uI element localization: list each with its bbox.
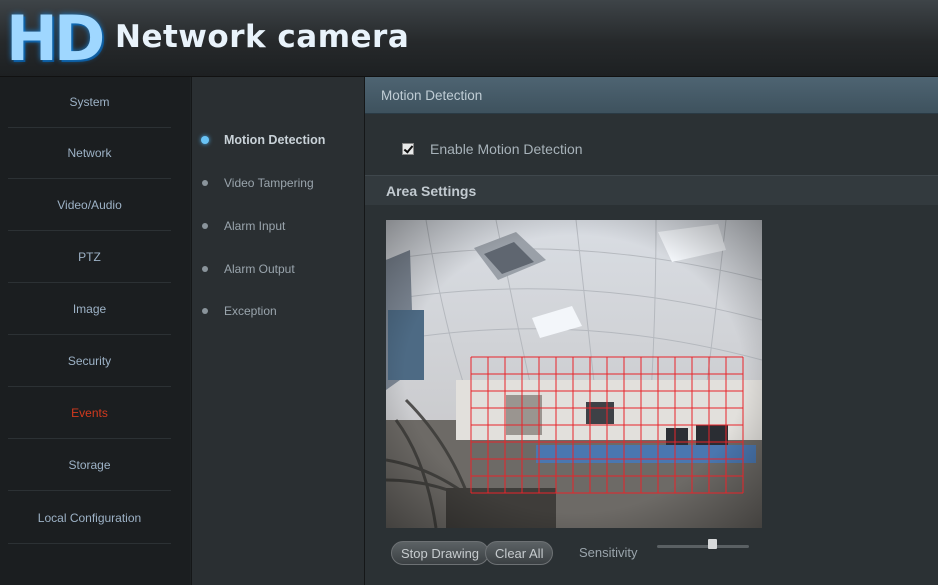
subnav-item-label: Alarm Output — [224, 262, 295, 276]
sidebar-item-network[interactable]: Network — [8, 128, 171, 179]
main-panel: Motion Detection Enable Motion Detection… — [364, 77, 938, 585]
sidebar-item-storage[interactable]: Storage — [8, 440, 171, 491]
bullet-icon — [202, 308, 208, 314]
subnav-item-label: Motion Detection — [224, 133, 326, 147]
subnav-item-alarm-input[interactable]: Alarm Input — [200, 215, 285, 237]
sidebar-item-ptz[interactable]: PTZ — [8, 232, 171, 283]
subnav-item-video-tampering[interactable]: Video Tampering — [200, 172, 314, 194]
bullet-icon — [202, 180, 208, 186]
sidebar: System Network Video/Audio PTZ Image Sec… — [0, 77, 190, 585]
clear-all-button[interactable]: Clear All — [485, 541, 554, 565]
subnav-item-alarm-output[interactable]: Alarm Output — [200, 258, 295, 280]
enable-motion-label: Enable Motion Detection — [430, 141, 583, 157]
sensitivity-label: Sensitivity — [579, 545, 638, 560]
subnav-item-exception[interactable]: Exception — [200, 300, 277, 322]
bullet-icon — [202, 223, 208, 229]
drawing-controls: Stop Drawing Clear All — [391, 540, 554, 566]
panel-title: Motion Detection — [365, 77, 938, 114]
subnav-item-label: Alarm Input — [224, 219, 286, 233]
motion-grid[interactable] — [386, 220, 762, 528]
stop-drawing-button[interactable]: Stop Drawing — [391, 541, 490, 565]
sidebar-item-image[interactable]: Image — [8, 284, 171, 335]
sidebar-item-events[interactable]: Events — [8, 388, 171, 439]
sidebar-item-system[interactable]: System — [8, 77, 171, 128]
sub-navigation: Motion Detection Video Tampering Alarm I… — [191, 77, 364, 585]
sidebar-item-video-audio[interactable]: Video/Audio — [8, 180, 171, 231]
sensitivity-slider[interactable] — [657, 545, 749, 548]
camera-preview[interactable] — [386, 220, 762, 528]
app-title: Network camera — [115, 19, 410, 55]
subnav-item-label: Exception — [224, 304, 277, 318]
subnav-item-motion-detection[interactable]: Motion Detection — [200, 129, 325, 151]
bullet-icon — [202, 266, 208, 272]
hd-logo: HD — [6, 2, 105, 75]
enable-motion-row: Enable Motion Detection — [402, 141, 583, 157]
sensitivity-slider-handle[interactable] — [708, 539, 718, 549]
subnav-item-label: Video Tampering — [224, 176, 314, 190]
sidebar-item-local-configuration[interactable]: Local Configuration — [8, 493, 171, 544]
enable-motion-checkbox[interactable] — [402, 143, 414, 155]
app-header: HD Network camera — [0, 0, 938, 77]
sidebar-item-security[interactable]: Security — [8, 336, 171, 387]
area-settings-header: Area Settings — [365, 175, 938, 205]
bullet-icon — [201, 136, 209, 144]
